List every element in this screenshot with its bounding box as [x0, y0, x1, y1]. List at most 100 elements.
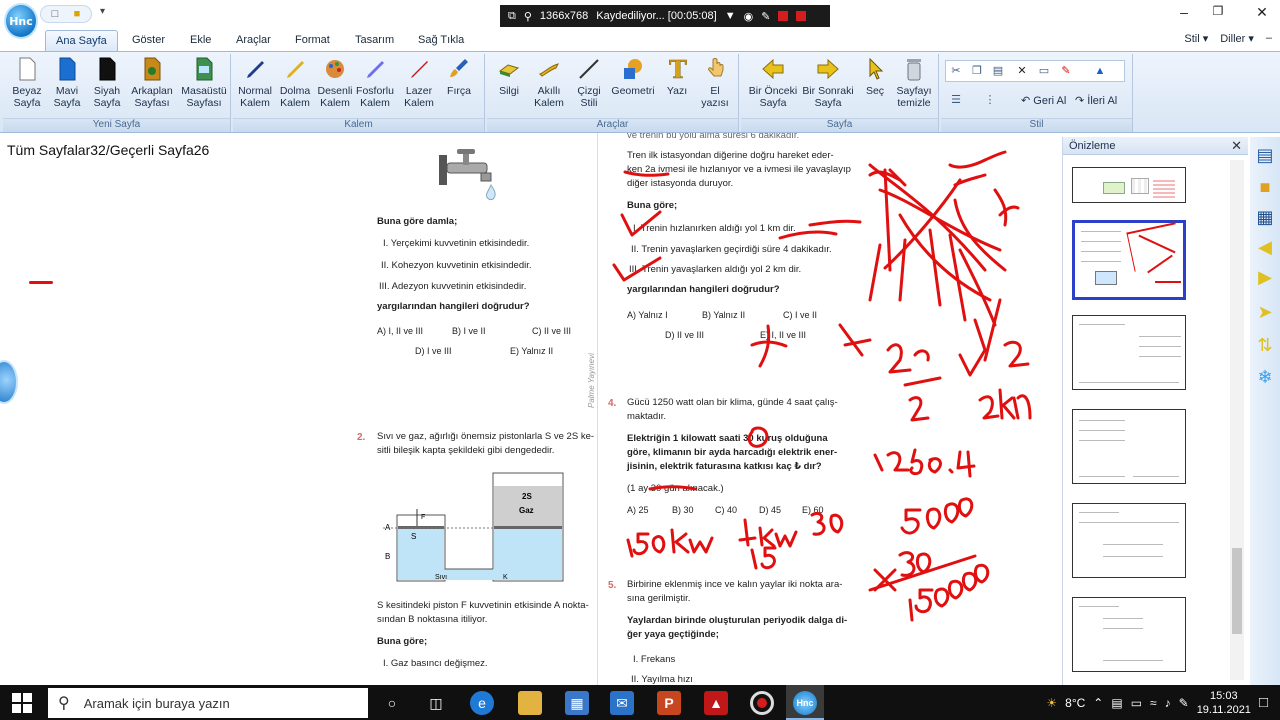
tab-ana-sayfa[interactable]: Ana Sayfa	[45, 30, 118, 51]
delete-icon[interactable]: ✕	[1013, 63, 1031, 79]
cortana-icon[interactable]: ○	[380, 691, 404, 715]
close-icon[interactable]: ✕	[1250, 4, 1274, 24]
q1-option-a[interactable]: A) I, II ve III	[377, 326, 423, 336]
windows-start-icon[interactable]	[12, 693, 32, 713]
q4-option-b[interactable]: B) 30	[672, 505, 694, 515]
stop-icon[interactable]	[796, 11, 807, 21]
smart-pen-button[interactable]: Akıllı Kalem	[529, 56, 569, 116]
taskbar-search[interactable]: ⚲ Aramak için buraya yazın	[48, 688, 368, 718]
q1-option-d[interactable]: D) I ve III	[415, 346, 452, 356]
tab-format[interactable]: Format	[285, 30, 340, 51]
chevron-up-icon[interactable]: ⌃	[1093, 696, 1103, 710]
monitor-icon[interactable]: ▦	[1253, 205, 1277, 229]
pause-icon[interactable]	[778, 11, 789, 21]
mail-icon[interactable]: ✉	[610, 691, 634, 715]
laser-pen-button[interactable]: Lazer Kalem	[399, 56, 439, 116]
page-thumbnail[interactable]	[1072, 597, 1186, 672]
wifi-icon[interactable]: ≈	[1150, 696, 1157, 710]
blue-page-button[interactable]: Mavi Sayfa	[47, 56, 87, 116]
line-dash-icon[interactable]: ⋮	[981, 92, 999, 108]
pattern-pen-button[interactable]: Desenli Kalem	[315, 56, 355, 116]
restore-icon[interactable]: ❐	[1206, 4, 1230, 24]
new-file-icon[interactable]: □	[47, 7, 63, 21]
page-thumbnail-selected[interactable]	[1072, 220, 1186, 300]
side-panel-toggle[interactable]	[0, 360, 18, 404]
q3-option-c[interactable]: C) I ve II	[783, 310, 817, 320]
arrow-right-icon[interactable]: ▶	[1253, 265, 1277, 289]
q1-option-e[interactable]: E) Yalnız II	[510, 346, 553, 356]
weather-icon[interactable]: ☀	[1046, 696, 1057, 710]
select-button[interactable]: Seç	[855, 56, 895, 116]
line-width-icon[interactable]: ☰	[947, 92, 965, 108]
q4-option-a[interactable]: A) 25	[627, 505, 649, 515]
swap-icon[interactable]: ⇅	[1253, 333, 1277, 357]
clear-page-button[interactable]: Sayfayı temizle	[891, 56, 937, 116]
document-page[interactable]: Buna göre damla; I. Yerçekimi kuvvetinin…	[345, 133, 1057, 685]
shape-icon[interactable]: ▭	[1035, 63, 1053, 79]
minimize-icon[interactable]: –	[1172, 4, 1196, 24]
preview-toggle-icon[interactable]: ▤	[1253, 143, 1277, 167]
cut-icon[interactable]: ✂	[947, 63, 965, 79]
edge-icon[interactable]: e	[470, 691, 494, 715]
preview-close-icon[interactable]: ✕	[1231, 138, 1242, 154]
q4-option-e[interactable]: E) 60	[802, 505, 824, 515]
network-icon[interactable]: ▤	[1111, 696, 1122, 710]
hnc-app-icon[interactable]: Hnc	[793, 691, 817, 715]
fountain-pen-button[interactable]: Dolma Kalem	[275, 56, 315, 116]
fill-color-icon[interactable]: ▲	[1091, 63, 1109, 79]
zoom-icon[interactable]: ⚲	[524, 10, 532, 23]
q3-option-d[interactable]: D) II ve III	[665, 330, 704, 340]
page-thumbnail[interactable]	[1072, 503, 1186, 578]
tab-ekle[interactable]: Ekle	[180, 30, 221, 51]
q1-option-b[interactable]: B) I ve II	[452, 326, 486, 336]
tab-tasarim[interactable]: Tasarım	[345, 30, 404, 51]
geometry-button[interactable]: Geometri	[609, 56, 657, 116]
volume-icon[interactable]: ♪	[1165, 696, 1171, 710]
page-thumbnail[interactable]	[1072, 167, 1186, 203]
tab-araclar[interactable]: Araçlar	[226, 30, 281, 51]
normal-pen-button[interactable]: Normal Kalem	[235, 56, 275, 116]
notifications-icon[interactable]: □	[1259, 694, 1268, 711]
text-button[interactable]: T Yazı	[657, 56, 697, 116]
handwriting-button[interactable]: El yazısı	[695, 56, 735, 116]
weather-temp[interactable]: 8°C	[1065, 696, 1085, 710]
paste-icon[interactable]: ▤	[989, 63, 1007, 79]
q4-option-c[interactable]: C) 40	[715, 505, 737, 515]
white-page-button[interactable]: Beyaz Sayfa	[7, 56, 47, 116]
languages-menu[interactable]: Diller ▾	[1220, 32, 1254, 45]
pen-icon[interactable]: ✎	[761, 10, 770, 23]
fullscreen-icon[interactable]: ⧉	[508, 10, 516, 23]
eraser-button[interactable]: Silgi	[489, 56, 529, 116]
pen-color-icon[interactable]: ✎	[1057, 63, 1075, 79]
powerpoint-icon[interactable]: P	[657, 691, 681, 715]
open-folder-icon[interactable]: ■	[69, 7, 85, 21]
q1-option-c[interactable]: C) II ve III	[532, 326, 571, 336]
store-icon[interactable]: ▦	[565, 691, 589, 715]
cursor-icon[interactable]: ➤	[1253, 300, 1277, 324]
undo-button[interactable]: ↶ Geri Al	[1021, 94, 1066, 107]
brush-button[interactable]: Fırça	[439, 56, 479, 116]
q3-option-e[interactable]: E) I, II ve III	[760, 330, 806, 340]
clock[interactable]: 15:03 19.11.2021	[1197, 689, 1251, 717]
copy-icon[interactable]: ❐	[968, 63, 986, 79]
q3-option-b[interactable]: B) Yalnız II	[702, 310, 745, 320]
battery-icon[interactable]: ▭	[1131, 696, 1142, 710]
quick-access-more-icon[interactable]: ▾	[100, 6, 105, 17]
next-page-button[interactable]: Bir Sonraki Sayfa	[799, 56, 857, 116]
dropdown-icon[interactable]: ▼	[725, 10, 736, 22]
black-page-button[interactable]: Siyah Sayfa	[87, 56, 127, 116]
camera-icon[interactable]: ◉	[744, 10, 754, 23]
background-page-button[interactable]: Arkaplan Sayfası	[127, 56, 177, 116]
q3-option-a[interactable]: A) Yalnız I	[627, 310, 668, 320]
tab-sag-tikla[interactable]: Sağ Tıkla	[408, 30, 474, 51]
line-style-button[interactable]: Çizgi Stili	[569, 56, 609, 116]
folder-icon[interactable]: ■	[1253, 175, 1277, 199]
highlighter-button[interactable]: Fosforlu Kalem	[355, 56, 395, 116]
arrow-left-icon[interactable]: ◀	[1253, 235, 1277, 259]
task-view-icon[interactable]: ◫	[424, 691, 448, 715]
collapse-ribbon-icon[interactable]: –	[1266, 32, 1272, 45]
previous-page-button[interactable]: Bir Önceki Sayfa	[745, 56, 801, 116]
pen-icon[interactable]: ✎	[1179, 696, 1189, 710]
style-menu[interactable]: Stil ▾	[1184, 32, 1208, 45]
recorder-icon[interactable]	[750, 691, 774, 715]
